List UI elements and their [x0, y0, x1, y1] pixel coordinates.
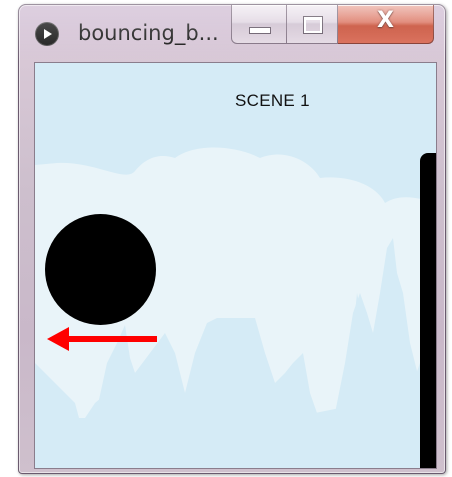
minimize-icon	[249, 27, 271, 34]
scene-label: SCENE 1	[235, 91, 310, 110]
sketch-canvas[interactable]: SCENE 1	[34, 62, 437, 469]
paddle	[420, 153, 436, 468]
window-title: bouncing_b...	[78, 21, 219, 45]
app-window: bouncing_b... X SCENE 1	[18, 4, 446, 474]
direction-arrow-left-icon	[47, 327, 157, 351]
bouncing-ball	[45, 214, 156, 325]
minimize-button[interactable]	[231, 5, 287, 44]
close-button[interactable]: X	[338, 5, 434, 44]
caption-buttons: X	[231, 5, 434, 45]
maximize-icon	[303, 16, 323, 34]
processing-play-icon[interactable]	[36, 23, 58, 45]
close-icon: X	[377, 8, 394, 33]
maximize-button[interactable]	[287, 5, 338, 44]
